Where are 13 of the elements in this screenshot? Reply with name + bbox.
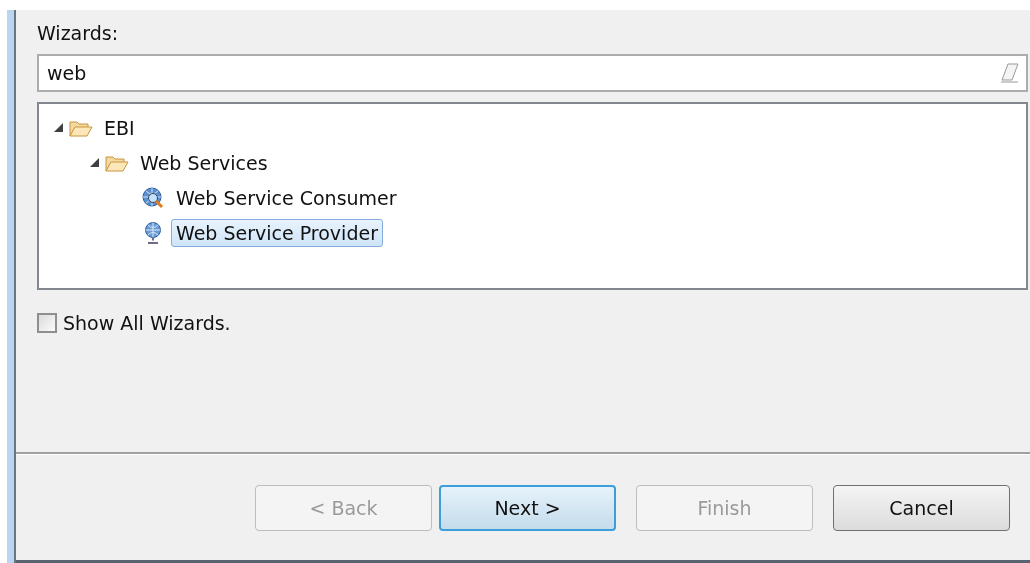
expanded-arrow-icon[interactable]: [89, 158, 99, 167]
expanded-arrow-icon[interactable]: [53, 123, 63, 132]
tree-item[interactable]: Web Service Provider: [171, 218, 383, 247]
tree-item[interactable]: Web Services: [135, 148, 273, 177]
checkbox-label[interactable]: Show All Wizards.: [63, 312, 231, 334]
tree-item[interactable]: EBI: [99, 113, 140, 142]
globe-magnifier-icon: [141, 185, 165, 210]
checkbox[interactable]: [37, 313, 57, 333]
filter-field[interactable]: web: [37, 54, 1028, 92]
cancel-button[interactable]: Cancel: [833, 484, 1010, 531]
tree-item[interactable]: Web Service Consumer: [171, 183, 402, 212]
next-button[interactable]: Next >: [439, 484, 616, 531]
wizards-label: Wizards:: [37, 21, 120, 46]
